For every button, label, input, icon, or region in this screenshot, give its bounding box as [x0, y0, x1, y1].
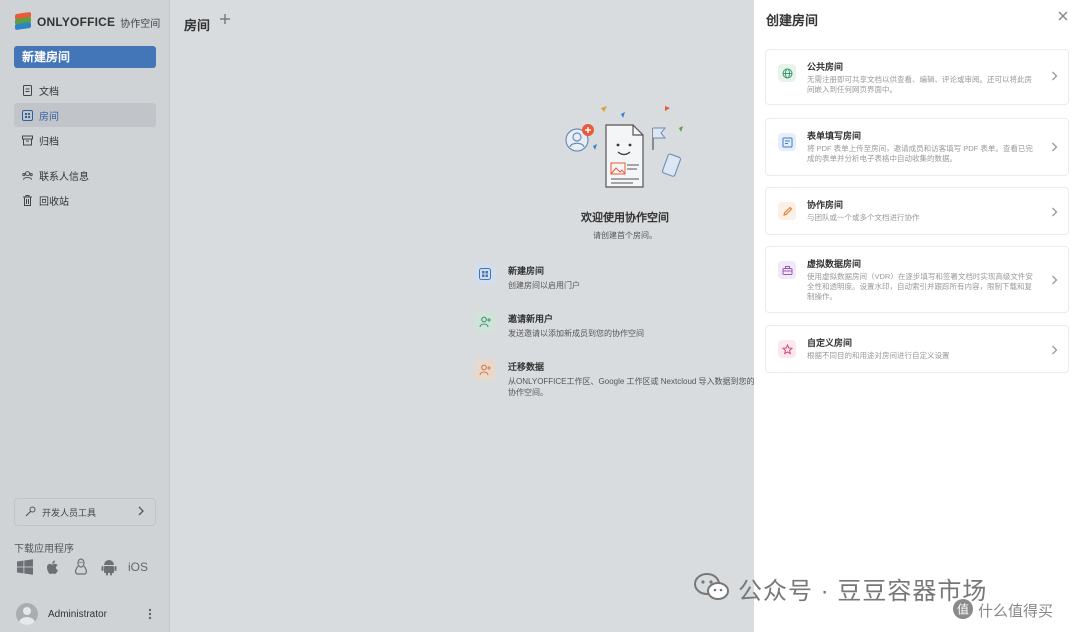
- user-name: Administrator: [48, 608, 107, 620]
- close-icon[interactable]: [1058, 8, 1068, 26]
- sidebar-item-rooms[interactable]: 房间: [14, 103, 156, 127]
- migrate-user-icon: [474, 359, 496, 381]
- developer-tools-icon: [25, 506, 36, 519]
- rooms-icon: [22, 109, 33, 121]
- room-type-description: 将 PDF 表单上传至房间，邀请成员和访客填写 PDF 表单。查看已完成的表单并…: [807, 144, 1033, 163]
- sidebar-item-label: 归档: [39, 136, 59, 148]
- room-type-form-filling[interactable]: 表单填写房间 将 PDF 表单上传至房间，邀请成员和访客填写 PDF 表单。查看…: [765, 118, 1069, 176]
- watermark-secondary-text: 什么值得买: [978, 603, 1054, 620]
- welcome-subtitle: 请创建首个房间。: [593, 231, 657, 240]
- sidebar-item-trash[interactable]: 回收站: [14, 188, 156, 212]
- room-type-title: 协作房间: [807, 200, 844, 210]
- page-title: 房间: [184, 18, 211, 33]
- chevron-right-icon: [1051, 344, 1058, 358]
- empty-rooms-illustration: [561, 100, 691, 195]
- sidebar-nav: 文档 房间 归档 联系人信息 回收站: [14, 78, 156, 213]
- smzdm-logo-icon: 值: [952, 598, 974, 623]
- linux-icon[interactable]: [72, 558, 90, 576]
- sidebar-item-archive[interactable]: 归档: [14, 128, 156, 152]
- star-icon: [778, 340, 796, 358]
- room-type-description: 无需注册即可共享文档以供查看、编辑、评论或审阅。还可以将此房间嵌入到任何网页界面…: [807, 75, 1032, 94]
- android-icon[interactable]: [100, 558, 118, 576]
- room-type-public[interactable]: 公共房间 无需注册即可共享文档以供查看、编辑、评论或审阅。还可以将此房间嵌入到任…: [765, 49, 1069, 105]
- developer-tools-button[interactable]: 开发人员工具: [14, 498, 156, 526]
- svg-text:值: 值: [957, 602, 969, 617]
- create-room-panel: 创建房间 公共房间 无需注册即可共享文档以供查看、编辑、评论或审阅。还可以将此房…: [754, 0, 1080, 632]
- add-user-icon: [474, 311, 496, 333]
- action-create-room[interactable]: 新建房间 创建房间以启用门户: [474, 263, 764, 291]
- app-logo[interactable]: ONLYOFFICE 协作空间: [14, 11, 161, 31]
- wechat-icon: [694, 572, 730, 605]
- briefcase-icon: [778, 261, 796, 279]
- action-title[interactable]: 邀请新用户: [508, 312, 758, 325]
- action-description: 创建房间以启用门户: [508, 281, 580, 290]
- sidebar: ONLYOFFICE 协作空间 新建房间 文档 房间 归档 联系人信息 回收站 …: [0, 0, 170, 632]
- sidebar-item-label: 房间: [39, 111, 59, 123]
- sidebar-item-contacts[interactable]: 联系人信息: [14, 163, 156, 187]
- sidebar-item-label: 文档: [39, 86, 59, 98]
- chevron-right-icon: [1051, 141, 1058, 155]
- room-type-description: 根据不同目的和用途对房间进行自定义设置: [807, 351, 950, 360]
- chevron-right-icon: [1051, 70, 1058, 84]
- more-options-icon[interactable]: [148, 608, 152, 623]
- room-type-title: 自定义房间: [807, 338, 853, 348]
- action-title[interactable]: 新建房间: [508, 264, 758, 277]
- room-type-collaboration[interactable]: 协作房间 与团队或一个或多个文档进行协作: [765, 187, 1069, 235]
- globe-icon: [778, 64, 796, 82]
- action-title[interactable]: 迁移数据: [508, 360, 758, 373]
- user-profile-bar[interactable]: Administrator: [0, 596, 170, 632]
- sidebar-item-label: 联系人信息: [39, 171, 89, 183]
- form-icon: [778, 133, 796, 151]
- chevron-right-icon: [1051, 206, 1058, 220]
- download-apps-icons: iOS: [16, 558, 148, 576]
- room-type-custom[interactable]: 自定义房间 根据不同目的和用途对房间进行自定义设置: [765, 325, 1069, 373]
- action-description: 发送邀请以添加新成员到您的协作空间: [508, 329, 644, 338]
- pencil-icon: [778, 202, 796, 220]
- room-type-title: 虚拟数据房间: [807, 259, 862, 269]
- rooms-icon: [474, 263, 496, 285]
- panel-title: 创建房间: [766, 13, 819, 28]
- room-type-title: 公共房间: [807, 62, 844, 72]
- download-apps-label: 下载应用程序: [14, 544, 74, 555]
- new-room-button[interactable]: 新建房间: [14, 46, 156, 68]
- document-icon: [22, 84, 33, 96]
- watermark: 公众号 · 豆豆容器市场: [694, 571, 987, 606]
- watermark-secondary: 值 什么值得买: [952, 598, 1053, 623]
- action-invite-users[interactable]: 邀请新用户 发送邀请以添加新成员到您的协作空间: [474, 311, 764, 339]
- macos-icon[interactable]: [44, 558, 62, 576]
- logo-subtitle: 协作空间: [120, 18, 161, 30]
- action-migrate-data[interactable]: 迁移数据 从ONLYOFFICE工作区、Google 工作区或 Nextclou…: [474, 359, 764, 398]
- logo-text: ONLYOFFICE: [37, 15, 116, 29]
- archive-icon: [22, 135, 33, 146]
- sidebar-item-label: 回收站: [39, 196, 69, 208]
- onlyoffice-logo-icon: [14, 11, 32, 31]
- trash-icon: [22, 194, 33, 206]
- room-type-description: 与团队或一个或多个文档进行协作: [807, 213, 920, 222]
- ios-app-link[interactable]: iOS: [128, 560, 148, 574]
- developer-tools-label: 开发人员工具: [42, 507, 97, 518]
- chevron-right-icon: [1051, 274, 1058, 288]
- contacts-icon: [22, 170, 33, 181]
- avatar[interactable]: [16, 603, 38, 625]
- chevron-right-icon: [137, 506, 145, 518]
- main-content: 房间 欢迎使用协作空间 请创建首个房间。 新建房间 创建房间以启用门户 邀请新用…: [171, 0, 755, 632]
- windows-icon[interactable]: [16, 558, 34, 576]
- add-icon[interactable]: [219, 12, 231, 30]
- watermark-text: 公众号 · 豆豆容器市场: [738, 578, 988, 605]
- room-type-title: 表单填写房间: [807, 131, 862, 141]
- sidebar-item-documents[interactable]: 文档: [14, 78, 156, 102]
- welcome-title: 欢迎使用协作空间: [581, 212, 669, 224]
- room-type-virtual-data[interactable]: 虚拟数据房间 使用虚拟数据房间（VDR）在逐步填写和签署文档时实现高级文件安全性…: [765, 246, 1069, 313]
- room-type-description: 使用虚拟数据房间（VDR）在逐步填写和签署文档时实现高级文件安全性和透明度。设置…: [807, 272, 1033, 301]
- action-description: 从ONLYOFFICE工作区、Google 工作区或 Nextcloud 导入数…: [508, 377, 755, 397]
